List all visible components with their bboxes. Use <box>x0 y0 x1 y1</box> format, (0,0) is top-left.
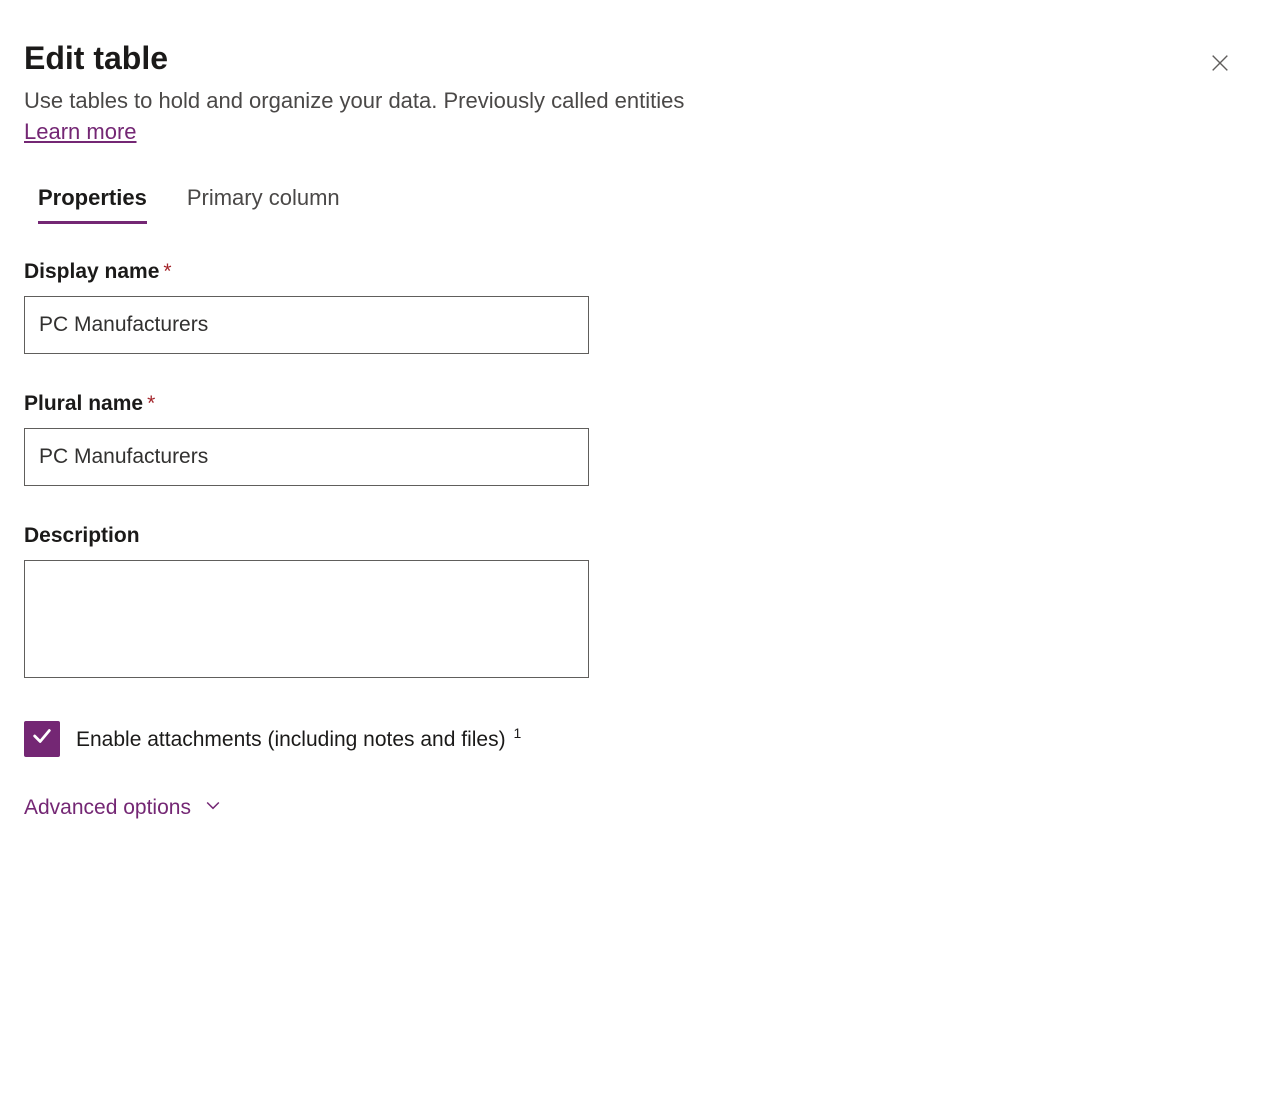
close-icon <box>1209 52 1231 77</box>
tab-properties[interactable]: Properties <box>38 185 147 224</box>
enable-attachments-label: Enable attachments (including notes and … <box>76 725 521 752</box>
required-indicator: * <box>147 392 155 415</box>
learn-more-link[interactable]: Learn more <box>24 119 137 145</box>
plural-name-field[interactable] <box>24 428 589 486</box>
chevron-down-icon <box>203 795 223 821</box>
close-button[interactable] <box>1204 48 1236 80</box>
tab-primary-column[interactable]: Primary column <box>187 185 340 224</box>
tab-list: Properties Primary column <box>24 185 1256 224</box>
enable-attachments-checkbox[interactable] <box>24 721 60 757</box>
checkmark-icon <box>31 725 53 752</box>
plural-name-label-text: Plural name <box>24 392 143 415</box>
advanced-options-toggle[interactable]: Advanced options <box>24 795 223 821</box>
plural-name-label: Plural name* <box>24 392 1256 416</box>
enable-attachments-footnote: 1 <box>513 725 521 741</box>
display-name-label: Display name* <box>24 260 1256 284</box>
panel-subtitle: Use tables to hold and organize your dat… <box>24 85 1256 117</box>
display-name-label-text: Display name <box>24 260 159 283</box>
description-label: Description <box>24 524 1256 548</box>
advanced-options-label: Advanced options <box>24 796 191 820</box>
description-field[interactable] <box>24 560 589 678</box>
display-name-field[interactable] <box>24 296 589 354</box>
enable-attachments-label-text: Enable attachments (including notes and … <box>76 728 506 751</box>
required-indicator: * <box>163 260 171 283</box>
panel-title: Edit table <box>24 40 1256 77</box>
